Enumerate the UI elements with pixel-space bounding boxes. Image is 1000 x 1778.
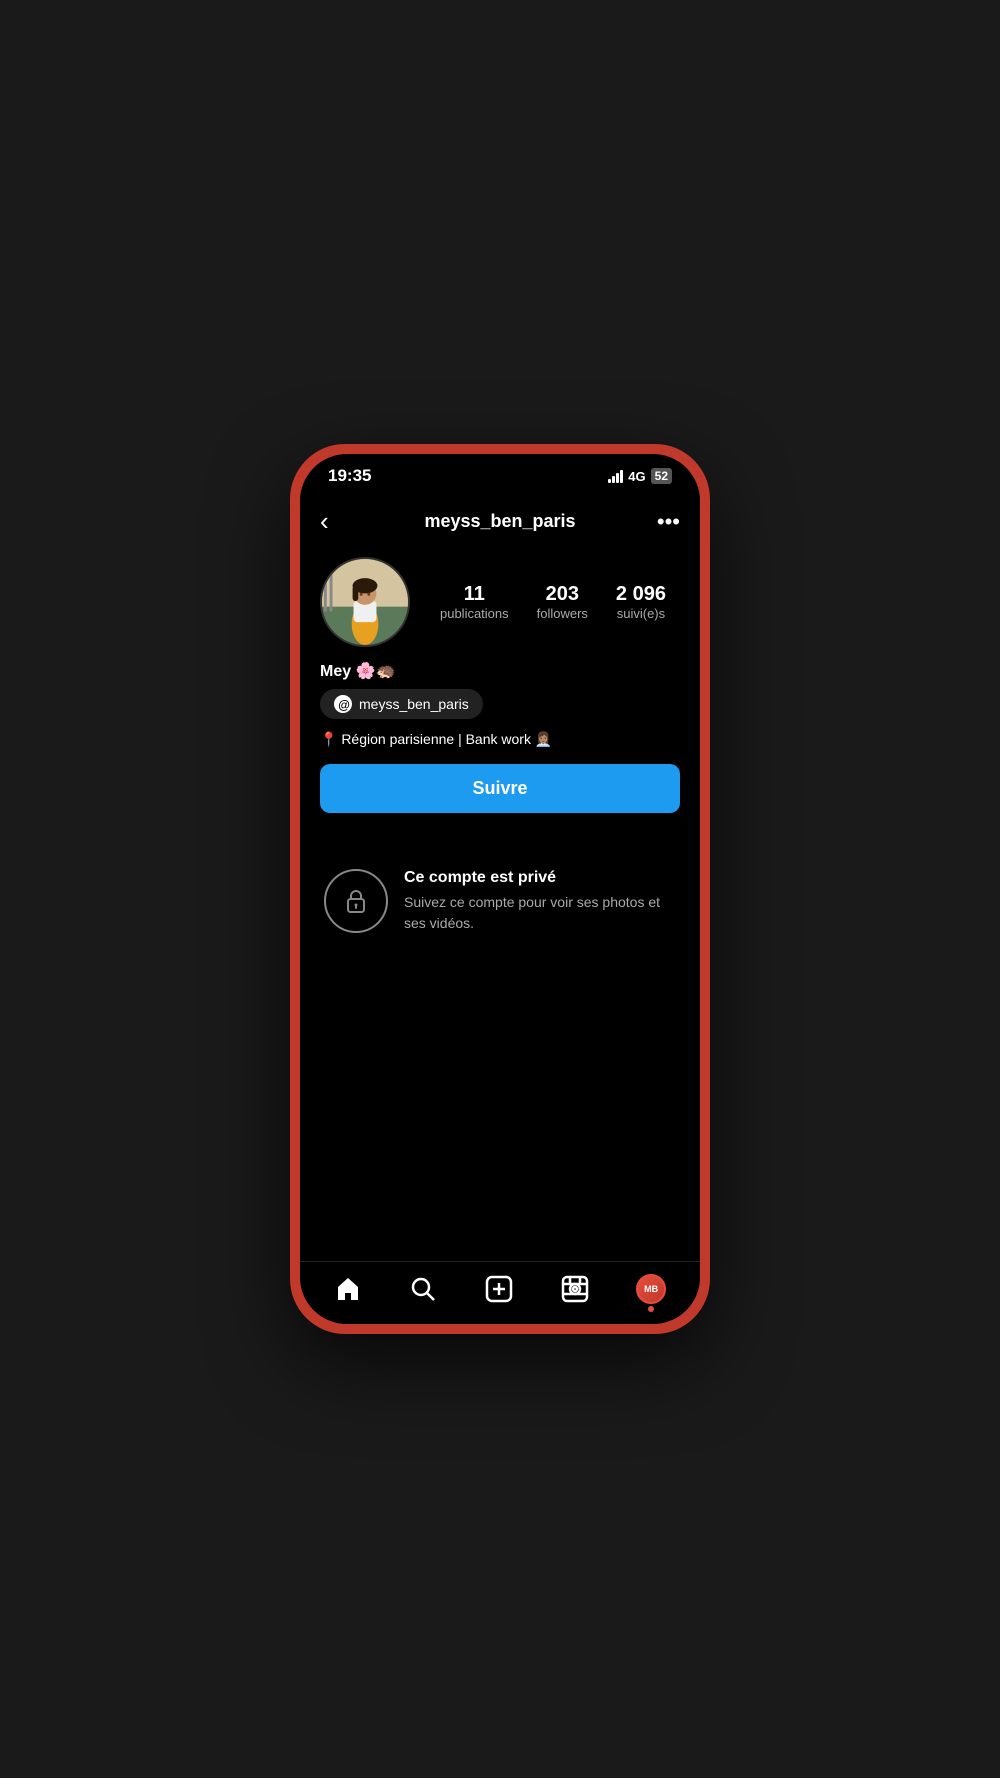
back-button[interactable]: ‹ <box>320 506 356 537</box>
follow-button[interactable]: Suivre <box>320 764 680 813</box>
bottom-nav: MB <box>300 1261 700 1324</box>
private-account-title: Ce compte est privé <box>404 869 676 887</box>
lock-icon <box>342 887 370 915</box>
stat-publications[interactable]: 11 publications <box>440 582 509 623</box>
lock-circle <box>324 869 388 933</box>
svg-text:@: @ <box>338 698 350 711</box>
private-account-description: Suivez ce compte pour voir ses photos et… <box>404 892 676 934</box>
profile-top-row: 11 publications 203 followers 2 096 suiv… <box>320 557 680 647</box>
followers-count: 203 <box>546 582 579 606</box>
following-count: 2 096 <box>616 582 666 606</box>
private-text: Ce compte est privé Suivez ce compte pou… <box>404 869 676 934</box>
threads-handle: meyss_ben_paris <box>359 696 469 712</box>
publications-label: publications <box>440 606 509 623</box>
avatar <box>320 557 410 647</box>
profile-bio: 📍 Région parisienne | Bank work 👩🏽‍💼 <box>320 729 680 750</box>
profile-section: 11 publications 203 followers 2 096 suiv… <box>300 547 700 849</box>
threads-badge[interactable]: @ meyss_ben_paris <box>320 689 483 719</box>
signal-icon <box>608 469 623 483</box>
nav-home[interactable] <box>334 1275 362 1303</box>
nav-reels[interactable] <box>561 1275 589 1303</box>
following-label: suivi(e)s <box>617 606 665 623</box>
threads-icon: @ <box>334 695 352 713</box>
private-account-section: Ce compte est privé Suivez ce compte pou… <box>300 849 700 954</box>
stat-following[interactable]: 2 096 suivi(e)s <box>616 582 666 623</box>
more-options-button[interactable]: ••• <box>644 509 680 535</box>
home-icon <box>334 1275 362 1303</box>
publications-count: 11 <box>464 582 485 606</box>
phone-screen: 19:35 4G 52 ‹ meyss_ben_paris ••• <box>300 454 700 1324</box>
profile-header: ‹ meyss_ben_paris ••• <box>300 492 700 547</box>
network-label: 4G <box>628 469 645 484</box>
reels-icon <box>561 1275 589 1303</box>
search-icon <box>409 1275 437 1303</box>
header-username: meyss_ben_paris <box>356 511 644 532</box>
profile-name: Mey 🌸🦔 <box>320 661 680 681</box>
notch <box>430 454 570 482</box>
add-icon <box>485 1275 513 1303</box>
status-time: 19:35 <box>328 466 371 486</box>
status-icons: 4G 52 <box>608 468 672 484</box>
nav-profile[interactable]: MB <box>636 1274 666 1304</box>
battery-icon: 52 <box>651 468 672 484</box>
app-content: ‹ meyss_ben_paris ••• <box>300 492 700 1261</box>
nav-notification-dot <box>648 1306 654 1312</box>
nav-profile-avatar: MB <box>636 1274 666 1304</box>
stat-followers[interactable]: 203 followers <box>537 582 588 623</box>
followers-label: followers <box>537 606 588 623</box>
avatar-wrap <box>320 557 410 647</box>
phone-frame: 19:35 4G 52 ‹ meyss_ben_paris ••• <box>290 444 710 1334</box>
stats-row: 11 publications 203 followers 2 096 suiv… <box>426 582 680 623</box>
nav-add[interactable] <box>485 1275 513 1303</box>
avatar-image <box>322 557 408 647</box>
nav-search[interactable] <box>409 1275 437 1303</box>
